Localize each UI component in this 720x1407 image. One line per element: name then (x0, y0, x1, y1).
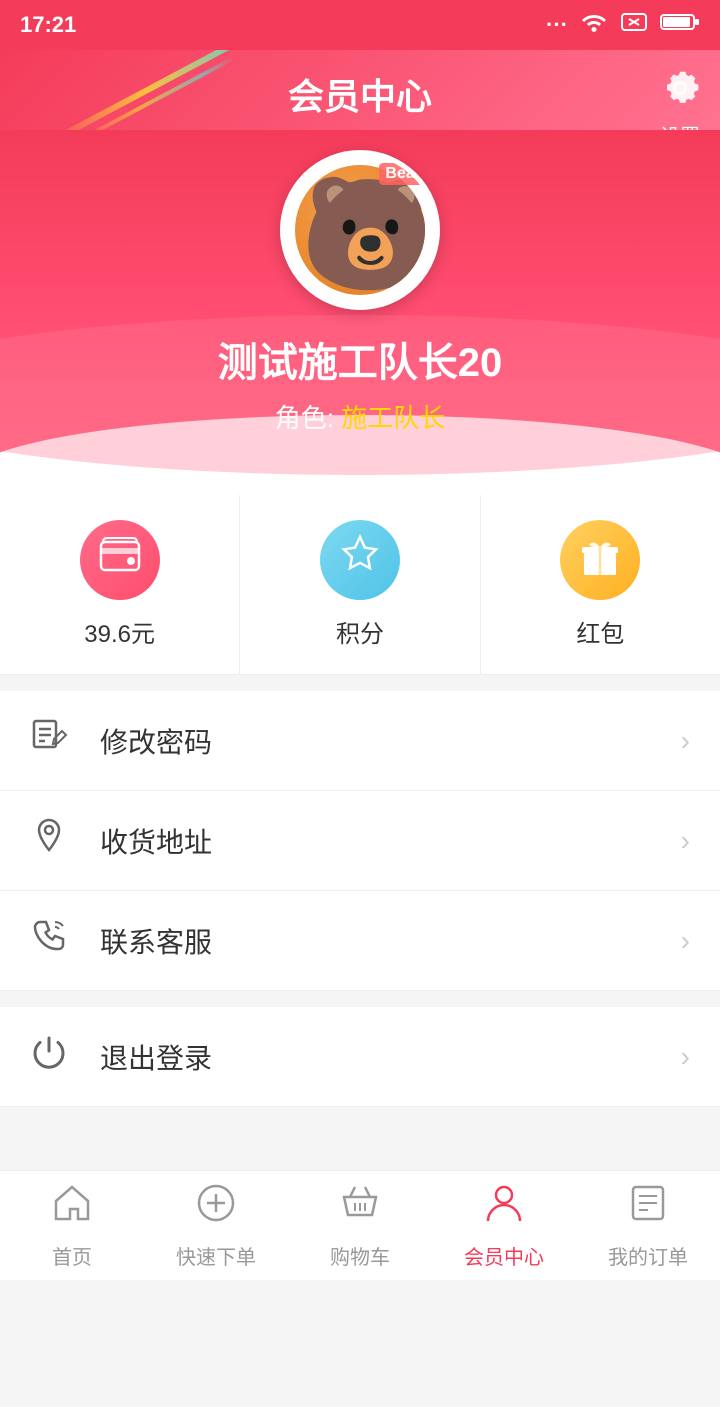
star-icon-circle (320, 520, 400, 600)
nav-item-cart[interactable]: 购物车 (288, 1171, 432, 1280)
nav-label-home: 首页 (52, 1241, 92, 1270)
status-icons: ··· (546, 11, 700, 39)
logout-section: 退出登录 › (0, 1007, 720, 1107)
logout-arrow: › (681, 1041, 690, 1073)
menu-item-logout[interactable]: 退出登录 › (0, 1007, 720, 1107)
location-icon (30, 817, 80, 864)
nav-item-quickorder[interactable]: 快速下单 (144, 1171, 288, 1280)
menu-list: 修改密码 › 收货地址 › 联系客服 › (0, 691, 720, 991)
gift-icon (579, 533, 621, 587)
avatar-label: Bear (379, 163, 427, 185)
wallet-value: 39.6元 (84, 614, 155, 649)
customer-service-arrow: › (681, 925, 690, 957)
stat-points[interactable]: 积分 (240, 495, 480, 674)
profile-section: 🐻 Bear 测试施工队长20 角色: 施工队长 (0, 130, 720, 495)
plus-circle-icon (194, 1181, 238, 1235)
nav-label-member: 会员中心 (464, 1241, 544, 1270)
menu-item-customer-service[interactable]: 联系客服 › (0, 891, 720, 991)
page-title: 会员中心 (288, 68, 432, 120)
list-icon (626, 1181, 670, 1235)
change-password-label: 修改密码 (100, 721, 681, 761)
nav-item-member[interactable]: 会员中心 (432, 1171, 576, 1280)
menu-item-change-password[interactable]: 修改密码 › (0, 691, 720, 791)
star-icon (338, 533, 382, 587)
home-icon (50, 1181, 94, 1235)
logout-label: 退出登录 (100, 1037, 681, 1077)
stats-bar: 39.6元 积分 (0, 495, 720, 675)
menu-item-address[interactable]: 收货地址 › (0, 791, 720, 891)
address-label: 收货地址 (100, 821, 681, 861)
power-icon (30, 1033, 80, 1080)
person-icon (482, 1181, 526, 1235)
stat-redenvelope[interactable]: 红包 (481, 495, 720, 674)
username: 测试施工队长20 (218, 330, 503, 388)
edit-icon (30, 717, 80, 764)
x-box-icon (620, 11, 648, 39)
nav-item-home[interactable]: 首页 (0, 1171, 144, 1280)
role-value: 施工队长 (341, 403, 445, 433)
wallet-icon-circle (80, 520, 160, 600)
redenvelope-label: 红包 (576, 614, 624, 649)
gear-icon (660, 68, 700, 118)
change-password-arrow: › (681, 725, 690, 757)
wallet-icon (99, 536, 141, 584)
avatar: 🐻 Bear (280, 150, 440, 310)
header: 会员中心 设置 🐻 Bear 测试施工队长20 (0, 50, 720, 495)
points-label: 积分 (336, 614, 384, 649)
address-arrow: › (681, 825, 690, 857)
signal-icon: ··· (546, 12, 568, 38)
status-bar: 17:21 ··· (0, 0, 720, 50)
basket-icon (338, 1181, 382, 1235)
stat-wallet[interactable]: 39.6元 (0, 495, 240, 674)
nav-label-quickorder: 快速下单 (176, 1241, 256, 1270)
phone-icon (30, 917, 80, 964)
nav-item-orders[interactable]: 我的订单 (576, 1171, 720, 1280)
nav-label-cart: 购物车 (330, 1241, 390, 1270)
gift-icon-circle (560, 520, 640, 600)
bottom-nav: 首页 快速下单 购物车 (0, 1170, 720, 1280)
wifi-icon (580, 11, 608, 39)
battery-icon (660, 12, 700, 38)
role-prefix: 角色: (275, 403, 334, 433)
nav-label-orders: 我的订单 (608, 1241, 688, 1270)
status-time: 17:21 (20, 12, 76, 38)
customer-service-label: 联系客服 (100, 921, 681, 961)
role-line: 角色: 施工队长 (275, 398, 445, 435)
